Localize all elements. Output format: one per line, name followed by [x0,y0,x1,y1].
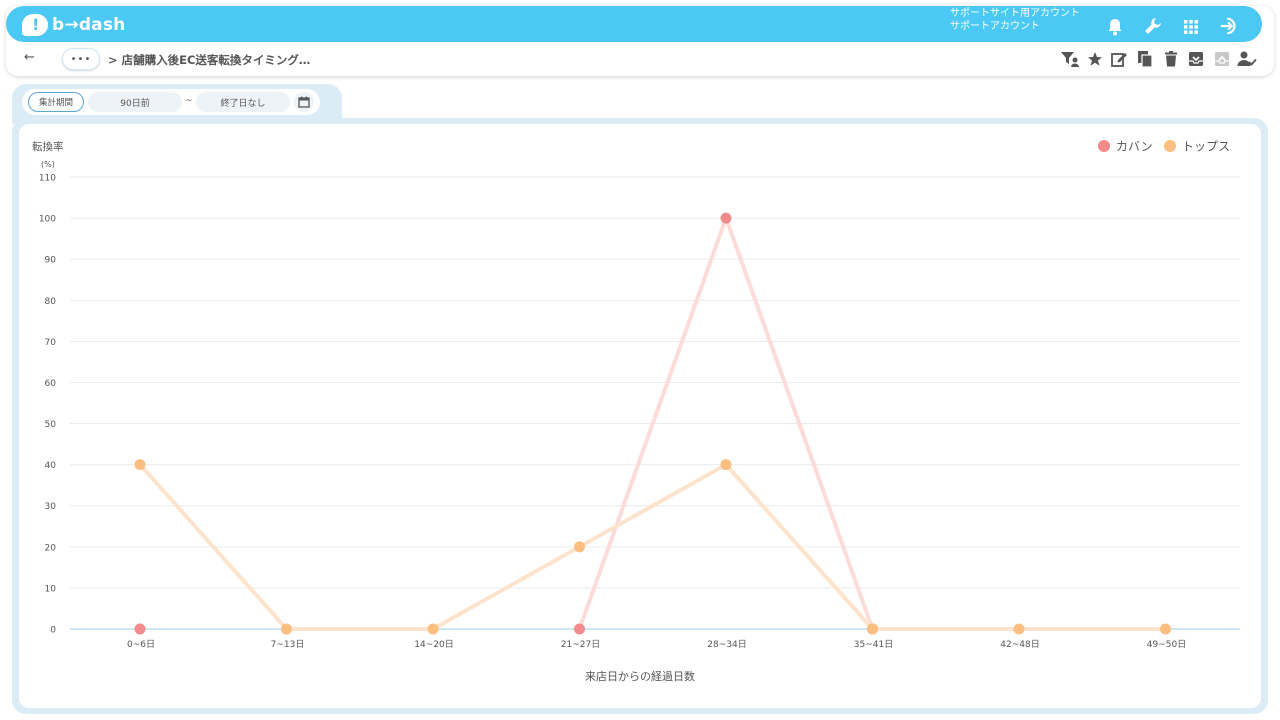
data-point [134,623,146,635]
logo-text: b→dash [52,15,126,35]
y-tick-label: 70 [45,338,57,348]
x-tick-label: 21~27日 [561,639,600,650]
logout-icon[interactable] [1219,16,1239,36]
data-point [1013,623,1025,635]
y-tick-label: 110 [39,174,56,184]
data-point [574,623,585,635]
apps-grid-icon[interactable] [1181,17,1201,37]
unarchive-icon [1212,49,1232,69]
x-tick-label: 28~34日 [707,639,746,650]
y-axis-unit: (%) [41,160,55,169]
filter-user-icon[interactable] [1060,49,1080,69]
account-info[interactable]: サポートサイト用アカウント サポートアカウント [950,7,1080,33]
logo-bubble-icon [22,14,48,36]
more-breadcrumb-button[interactable]: ••• [62,48,100,70]
x-tick-label: 42~48日 [1000,639,1039,650]
period-label-button[interactable]: 集計期間 [28,92,84,112]
data-point [574,541,585,553]
star-icon[interactable] [1085,49,1105,69]
back-button[interactable]: ← [24,50,35,65]
app-logo[interactable]: b→dash [22,12,125,38]
archive-icon[interactable] [1186,49,1206,69]
y-tick-label: 60 [45,379,57,389]
wrench-icon[interactable] [1143,16,1163,36]
y-tick-label: 10 [45,584,57,594]
calendar-icon[interactable] [294,92,314,112]
x-tick-label: 14~20日 [414,639,453,650]
edit-icon[interactable] [1109,49,1129,69]
account-user-name: サポートアカウント [950,21,1040,32]
legend-label: トップス [1182,140,1230,154]
data-point [427,623,439,635]
y-tick-label: 30 [45,502,57,512]
period-to-field[interactable]: 終了日なし [196,92,290,112]
data-point [134,459,146,471]
data-point [867,623,878,635]
x-axis-title: 来店日からの経過日数 [585,669,695,683]
y-tick-label: 0 [50,626,56,636]
legend-marker [1098,140,1110,152]
y-tick-label: 20 [45,543,57,553]
x-tick-label: 49~50日 [1147,639,1186,650]
user-check-icon[interactable] [1237,49,1257,69]
period-from-field[interactable]: 90日前 [88,92,182,112]
y-tick-label: 80 [45,297,57,307]
data-point [1160,623,1171,635]
chart-panel: 転換率 (%) 0 10 20 30 40 50 60 70 80 90 100 110 0~6日 7~13日… [19,124,1261,708]
y-tick-label: 90 [45,256,57,266]
y-axis-title: 転換率 [32,140,64,153]
data-point [720,212,732,224]
y-tick-label: 100 [39,215,56,225]
line-chart: 転換率 (%) 0 10 20 30 40 50 60 70 80 90 100 110 0~6日 7~13日… [32,140,1240,683]
x-tick-label: 0~6日 [127,639,155,650]
breadcrumb: > 店舗購入後EC送客転換タイミング… [108,53,311,67]
x-tick-label: 35~41日 [854,639,893,650]
period-separator: ~ [185,96,193,106]
data-point [281,623,292,635]
y-tick-label: 40 [45,461,57,471]
legend-marker [1164,140,1176,152]
y-tick-label: 50 [45,420,57,430]
account-site-name: サポートサイト用アカウント [950,8,1080,19]
bell-icon[interactable] [1105,17,1125,37]
legend-label: カバン [1116,140,1153,154]
trash-icon[interactable] [1161,49,1181,69]
x-tick-label: 7~13日 [271,639,305,650]
data-point [720,459,732,471]
copy-icon[interactable] [1135,49,1155,69]
